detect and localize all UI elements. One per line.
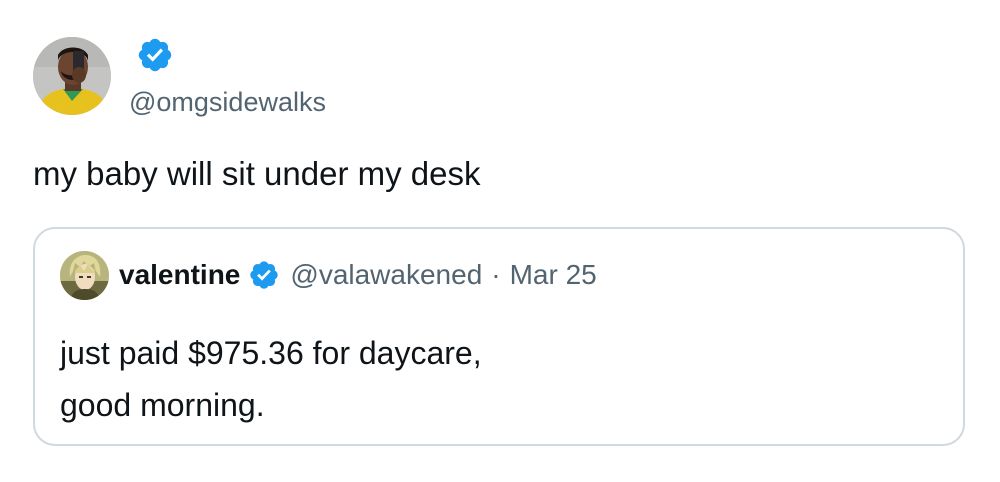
quoted-tweet-text: just paid $975.36 for daycare, good morn…	[60, 327, 482, 431]
verified-badge-icon	[138, 38, 172, 72]
author-avatar[interactable]	[33, 37, 111, 115]
author-handle[interactable]: @omgsidewalks	[129, 85, 326, 119]
quoted-tweet-line: just paid $975.36 for daycare,	[60, 335, 482, 371]
quoted-tweet-card[interactable]: valentine @valawakened · Mar 25 just pai…	[33, 227, 965, 446]
quoted-author-name[interactable]: valentine	[119, 257, 240, 293]
tweet-text: my baby will sit under my desk	[33, 155, 481, 192]
anime-character-avatar-icon	[60, 251, 109, 300]
tweet-card: @omgsidewalks my baby will sit under my …	[0, 0, 1000, 482]
quoted-tweet-header: valentine @valawakened · Mar 25	[119, 257, 597, 293]
quoted-tweet-date[interactable]: Mar 25	[510, 257, 597, 293]
quoted-tweet-line: good morning.	[60, 387, 265, 423]
separator-dot: ·	[491, 259, 501, 290]
verified-badge-icon	[250, 261, 279, 289]
quoted-author-avatar[interactable]	[60, 251, 109, 300]
quoted-author-handle[interactable]: @valawakened	[290, 257, 482, 293]
selfie-person-avatar-icon	[33, 37, 111, 115]
